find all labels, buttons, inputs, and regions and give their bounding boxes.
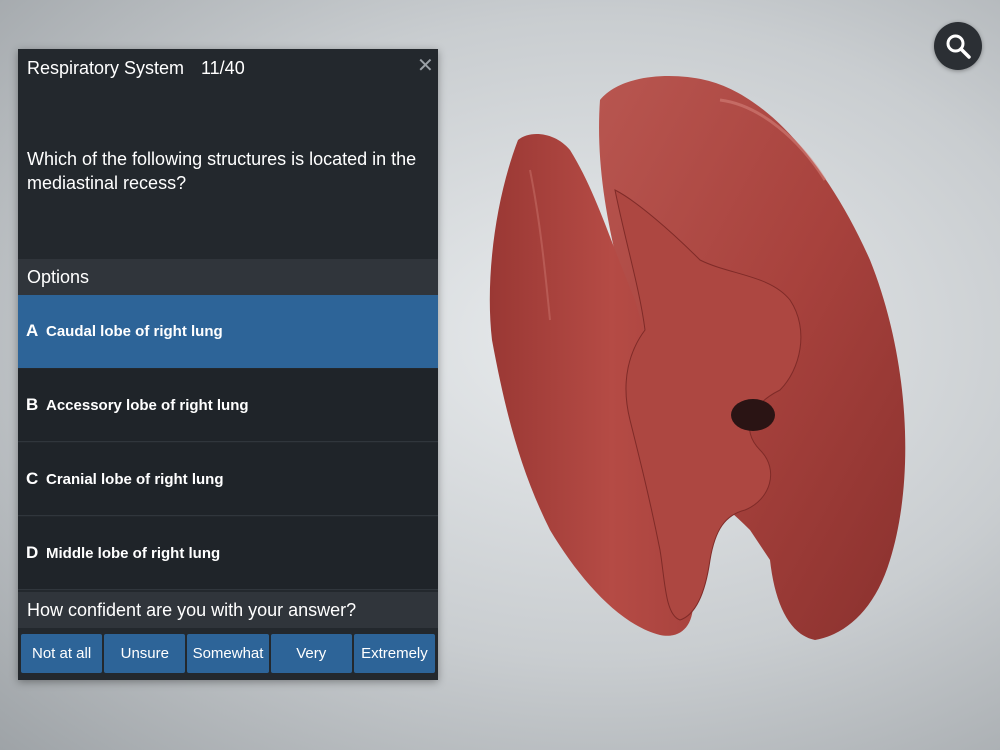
option-c[interactable]: C Cranial lobe of right lung [18,443,438,516]
quiz-title: Respiratory System [27,58,185,78]
lung-model[interactable] [470,60,940,660]
option-label: Middle lobe of right lung [46,545,221,562]
option-letter: C [26,469,39,488]
option-label: Accessory lobe of right lung [46,397,249,414]
confidence-header: How confident are you with your answer? [18,592,438,628]
confidence-very-button[interactable]: Very [270,634,352,673]
confidence-extremely-button[interactable]: Extremely [353,634,436,673]
question-text: Which of the following structures is loc… [27,149,417,193]
option-d[interactable]: D Middle lobe of right lung [18,517,438,590]
option-b[interactable]: B Accessory lobe of right lung [18,369,438,442]
question-counter: 11/40 [201,58,245,78]
option-letter: D [26,543,39,562]
option-letter: A [26,321,39,340]
option-label: Caudal lobe of right lung [46,323,223,340]
confidence-buttons: Not at all Unsure Somewhat Very Extremel… [21,634,436,673]
search-icon [946,34,971,59]
confidence-unsure-button[interactable]: Unsure [104,634,186,673]
option-letter: B [26,395,39,414]
option-label: Cranial lobe of right lung [46,471,224,488]
options-header: Options [18,259,438,295]
search-button[interactable] [934,22,982,70]
quiz-header: Respiratory System 11/40 ✕ [18,49,438,87]
confidence-not-at-all-button[interactable]: Not at all [21,634,103,673]
close-icon[interactable]: ✕ [417,56,434,76]
option-a[interactable]: A Caudal lobe of right lung [18,295,438,368]
quiz-panel: Respiratory System 11/40 ✕ Which of the … [18,49,438,680]
confidence-somewhat-button[interactable]: Somewhat [187,634,269,673]
